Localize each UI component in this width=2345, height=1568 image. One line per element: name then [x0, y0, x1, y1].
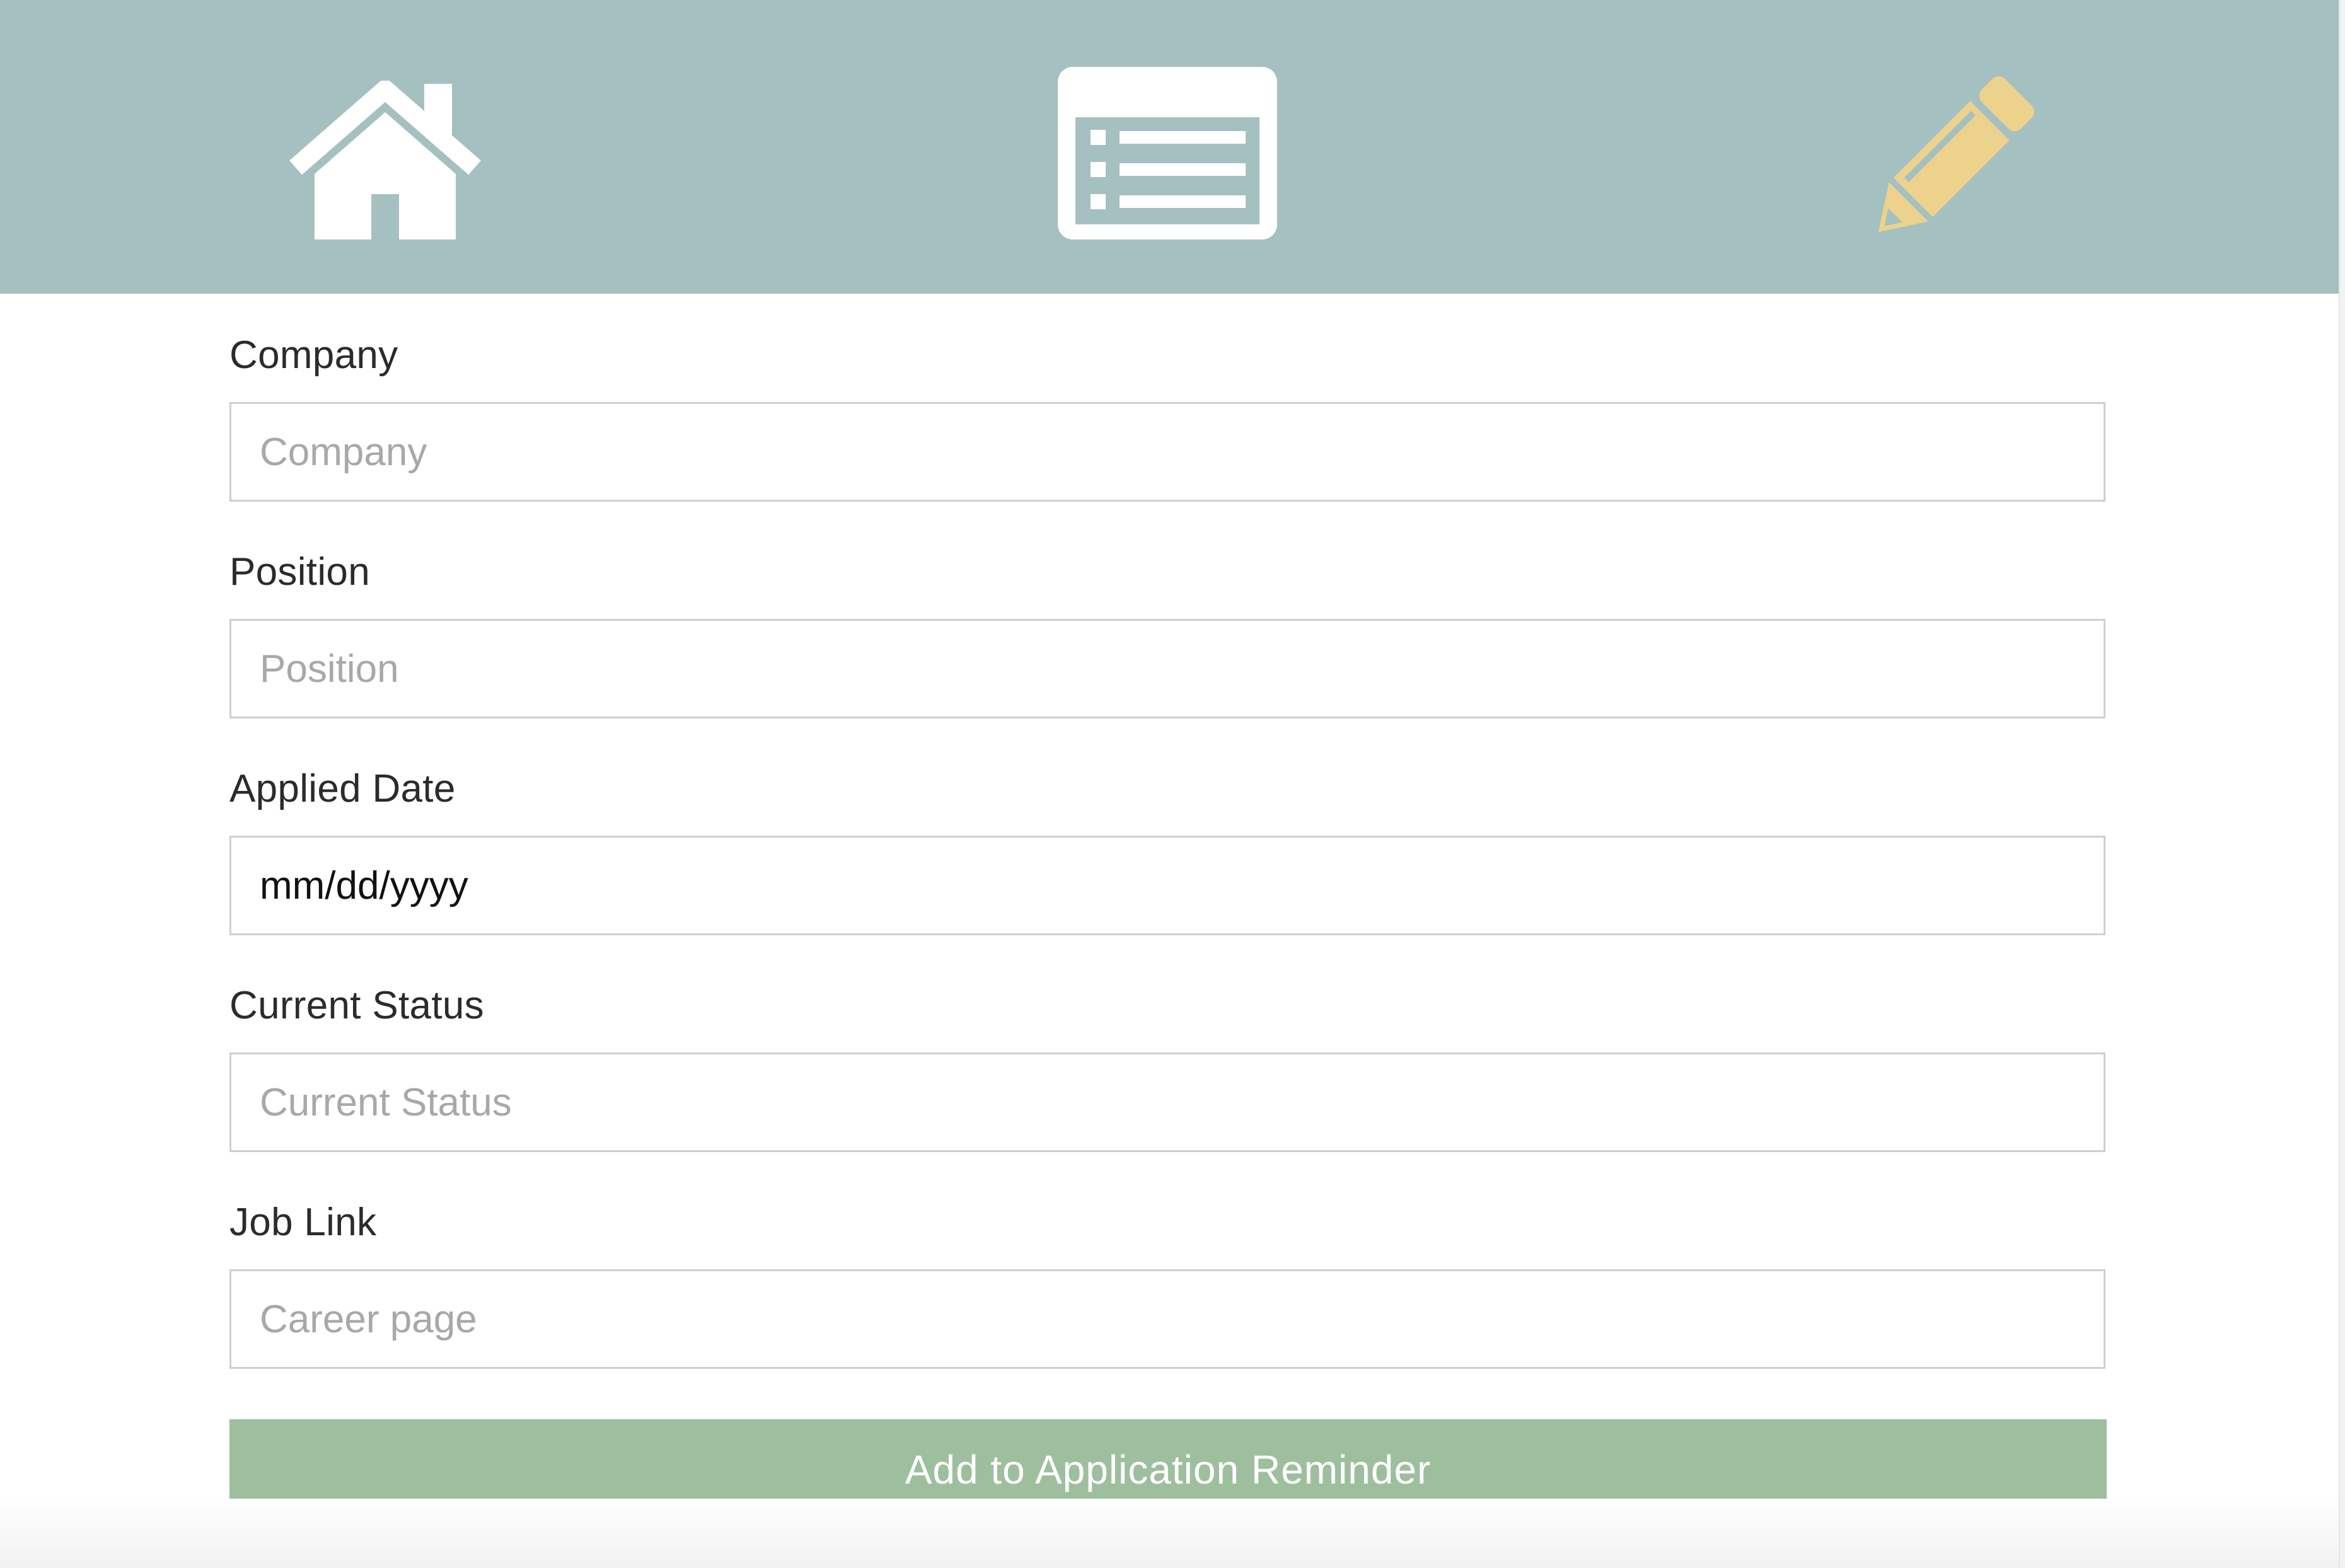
job-link-label: Job Link — [229, 1201, 377, 1244]
pencil-icon — [1853, 68, 2042, 257]
nav-edit-link[interactable] — [1853, 68, 2042, 257]
job-link-input[interactable] — [229, 1269, 2105, 1369]
scrollbar-gutter — [2339, 0, 2345, 1568]
page: Company Position Applied Date Current St… — [0, 0, 2340, 1568]
company-field: Company — [229, 328, 2105, 545]
applied-date-field: Applied Date — [229, 761, 2105, 978]
application-form: Company Position Applied Date Current St… — [229, 328, 2107, 1520]
applied-date-label: Applied Date — [229, 767, 456, 810]
job-link-field: Job Link — [229, 1195, 2105, 1412]
top-navbar — [0, 0, 2340, 294]
position-input[interactable] — [229, 619, 2105, 718]
company-label: Company — [229, 333, 398, 377]
current-status-input[interactable] — [229, 1052, 2105, 1152]
bottom-fade — [0, 1499, 2339, 1568]
home-icon — [287, 81, 483, 239]
nav-home-link[interactable] — [287, 81, 483, 239]
current-status-label: Current Status — [229, 984, 484, 1027]
position-label: Position — [229, 550, 370, 594]
current-status-field: Current Status — [229, 978, 2105, 1195]
company-input[interactable] — [229, 402, 2105, 502]
position-field: Position — [229, 545, 2105, 761]
applied-date-input[interactable] — [229, 836, 2105, 935]
nav-list-link[interactable] — [1058, 67, 1277, 239]
list-icon — [1058, 67, 1277, 239]
